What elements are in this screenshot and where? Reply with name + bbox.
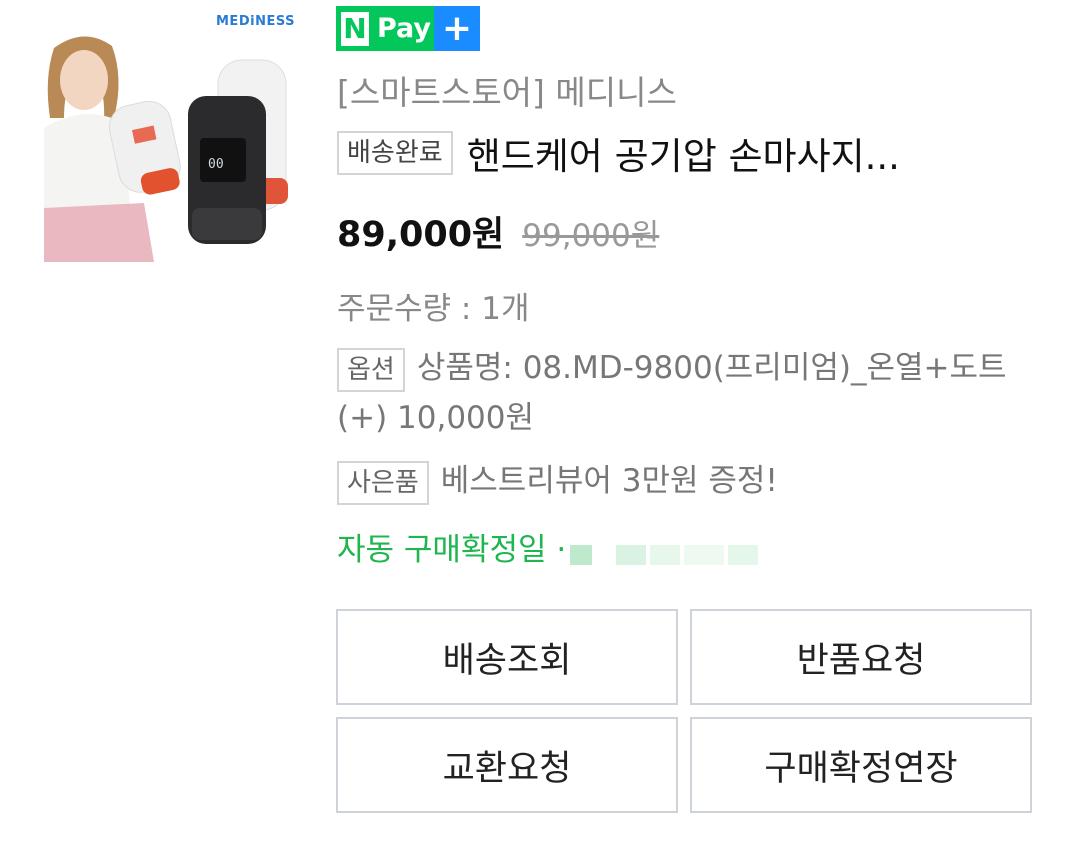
- option-row: 옵션 상품명: 08.MD-9800(프리미엄)_온열+도트 (+) 10,000…: [337, 343, 1027, 443]
- original-price: 99,000원: [522, 218, 660, 254]
- blurred-date: [570, 537, 762, 565]
- product-title[interactable]: 핸드케어 공기압 손마사지...: [467, 126, 900, 180]
- title-row[interactable]: 배송완료 핸드케어 공기압 손마사지...: [337, 126, 900, 180]
- svg-text:00: 00: [208, 157, 224, 172]
- npay-n-icon: N: [336, 6, 374, 51]
- price-row: 89,000원 99,000원: [337, 206, 659, 257]
- option-badge: 옵션: [337, 348, 405, 392]
- order-quantity: 주문수량 : 1개: [337, 291, 530, 327]
- npay-pay-label: Pay: [374, 6, 434, 51]
- delivery-status-badge: 배송완료: [337, 131, 453, 175]
- product-thumbnail[interactable]: MEDiNESS 00: [44, 8, 306, 262]
- plus-icon: +: [434, 6, 480, 51]
- gift-row: 사은품 베스트리뷰어 3만원 증정!: [337, 456, 778, 506]
- exchange-request-button[interactable]: 교환요청: [336, 717, 678, 813]
- store-name[interactable]: [스마트스토어] 메디니스: [337, 66, 677, 114]
- option-text: 상품명: 08.MD-9800(프리미엄)_온열+도트 (+) 10,000원: [337, 350, 1007, 436]
- auto-confirm-date: 자동 구매확정일 ·: [337, 524, 762, 569]
- npay-plus-badge: N Pay +: [336, 6, 480, 51]
- auto-confirm-label: 자동 구매확정일 ·: [337, 532, 567, 568]
- track-delivery-button[interactable]: 배송조회: [336, 609, 678, 705]
- gift-text: 베스트리뷰어 3만원 증정!: [440, 463, 778, 499]
- brand-logo: MEDiNESS: [216, 14, 295, 29]
- extend-confirmation-button[interactable]: 구매확정연장: [690, 717, 1032, 813]
- return-request-button[interactable]: 반품요청: [690, 609, 1032, 705]
- gift-badge: 사은품: [337, 461, 429, 505]
- sale-price: 89,000원: [337, 215, 505, 255]
